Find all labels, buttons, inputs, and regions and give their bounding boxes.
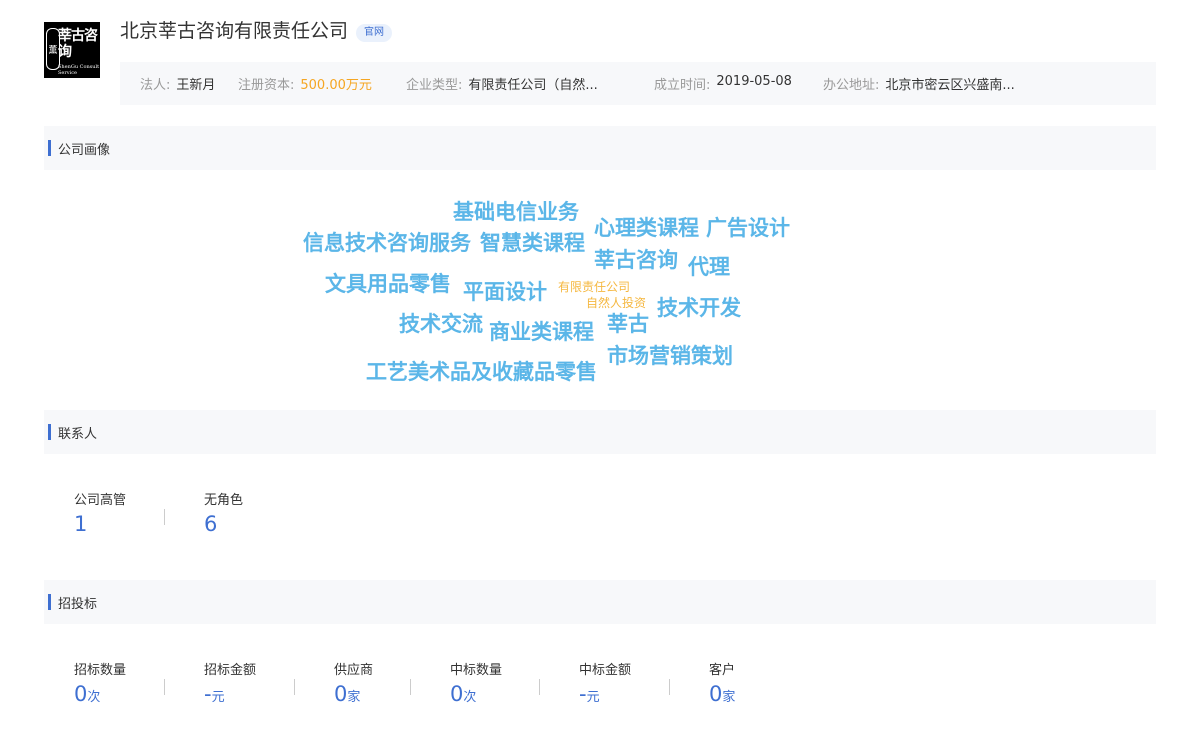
info-office-address: 办公地址: 北京市密云区兴盛南...	[823, 74, 1015, 93]
company-name: 北京莘古咨询有限责任公司	[120, 20, 349, 42]
logo-seal: 薫	[46, 28, 60, 70]
bidding-stat-suppliers[interactable]: 供应商 0家	[334, 663, 373, 711]
tag-cloud-word[interactable]: 有限责任公司	[558, 281, 630, 293]
info-label: 企业类型:	[406, 78, 463, 93]
section-title: 招投标	[58, 596, 98, 612]
logo-text: 莘古咨询	[58, 28, 98, 60]
section-accent-bar	[48, 594, 51, 610]
stat-value: 1	[74, 512, 88, 536]
section-portrait-header: 公司画像	[44, 126, 1156, 170]
stat-value: -元	[204, 682, 225, 706]
company-info-bar: 法人: 王新月 注册资本: 500.00万元 企业类型: 有限责任公司（自然..…	[120, 62, 1156, 105]
stat-divider	[164, 509, 165, 525]
stat-label: 公司高管	[74, 493, 127, 508]
info-label: 办公地址:	[823, 78, 880, 93]
stat-divider	[164, 679, 165, 695]
logo-subtext: ShenGu Consult Service	[58, 64, 100, 76]
tag-cloud-word[interactable]: 基础电信业务	[453, 202, 579, 223]
tag-cloud-word[interactable]: 工艺美术品及收藏品零售	[366, 362, 597, 383]
stat-label: 中标数量	[450, 663, 503, 678]
info-value: 有限责任公司（自然...	[468, 78, 598, 93]
info-value: 北京市密云区兴盛南...	[885, 78, 1015, 93]
section-contacts-header: 联系人	[44, 410, 1156, 454]
stat-divider	[410, 679, 411, 695]
info-established-date: 成立时间: 2019-05-08	[654, 74, 823, 93]
info-value[interactable]: 王新月	[176, 74, 215, 93]
tag-cloud: 基础电信业务 心理类课程 广告设计 信息技术咨询服务 智慧类课程 莘古咨询 代理…	[0, 0, 1200, 752]
section-title: 联系人	[58, 426, 98, 442]
tag-cloud-word[interactable]: 智慧类课程	[480, 233, 585, 254]
tag-cloud-word[interactable]: 广告设计	[706, 218, 790, 239]
stat-value: 6	[204, 512, 218, 536]
stat-label: 招标金额	[204, 663, 257, 678]
bidding-stat-win-amount[interactable]: 中标金额 -元	[579, 663, 631, 711]
tag-cloud-word[interactable]: 平面设计	[463, 282, 547, 303]
contact-stat-no-role[interactable]: 无角色 6	[204, 493, 243, 541]
company-header: 北京莘古咨询有限责任公司 官网	[120, 18, 393, 44]
stat-divider	[294, 679, 295, 695]
info-value: 2019-05-08	[716, 74, 792, 89]
bidding-stat-win-count[interactable]: 中标数量 0次	[450, 663, 502, 711]
tag-cloud-word[interactable]: 市场营销策划	[607, 346, 733, 367]
tag-cloud-word[interactable]: 心理类课程	[594, 218, 699, 239]
section-accent-bar	[48, 424, 51, 440]
tag-cloud-word[interactable]: 文具用品零售	[325, 274, 451, 295]
stat-value: 0家	[709, 682, 736, 706]
tag-cloud-word[interactable]: 自然人投资	[586, 297, 646, 309]
official-site-badge[interactable]: 官网	[356, 23, 393, 42]
section-bidding-header: 招投标	[44, 580, 1156, 624]
info-label: 法人:	[140, 78, 171, 93]
stat-label: 客户	[709, 663, 736, 678]
bidding-stat-tender-count[interactable]: 招标数量 0次	[74, 663, 126, 711]
stat-label: 供应商	[334, 663, 374, 678]
tag-cloud-word[interactable]: 莘古	[607, 314, 649, 335]
stat-value: 0家	[334, 682, 361, 706]
info-company-type: 企业类型: 有限责任公司（自然...	[406, 74, 654, 93]
stat-label: 招标数量	[74, 663, 127, 678]
info-legal-person: 法人: 王新月	[140, 74, 238, 93]
bidding-stat-clients[interactable]: 客户 0家	[709, 663, 735, 711]
tag-cloud-word[interactable]: 技术开发	[657, 298, 741, 319]
info-registered-capital: 注册资本: 500.00万元	[238, 74, 406, 93]
tag-cloud-word[interactable]: 技术交流	[399, 314, 483, 335]
stat-divider	[539, 679, 540, 695]
tag-cloud-word[interactable]: 商业类课程	[489, 322, 594, 343]
info-value: 500.00万元	[300, 78, 372, 93]
stat-value: 0次	[450, 682, 477, 706]
section-title: 公司画像	[58, 142, 111, 158]
bidding-stat-tender-amount[interactable]: 招标金额 -元	[204, 663, 256, 711]
stat-value: -元	[579, 682, 600, 706]
stat-label: 无角色	[204, 493, 244, 508]
contact-stat-executives[interactable]: 公司高管 1	[74, 493, 126, 541]
tag-cloud-word[interactable]: 信息技术咨询服务	[303, 233, 471, 254]
tag-cloud-word[interactable]: 莘古咨询	[594, 250, 678, 271]
info-label: 注册资本:	[238, 78, 295, 93]
tag-cloud-word[interactable]: 代理	[688, 257, 730, 278]
section-accent-bar	[48, 140, 51, 156]
stat-divider	[669, 679, 670, 695]
company-logo: 薫 莘古咨询 ShenGu Consult Service	[44, 22, 100, 78]
info-label: 成立时间:	[654, 78, 711, 93]
stat-value: 0次	[74, 682, 101, 706]
stat-label: 中标金额	[579, 663, 632, 678]
